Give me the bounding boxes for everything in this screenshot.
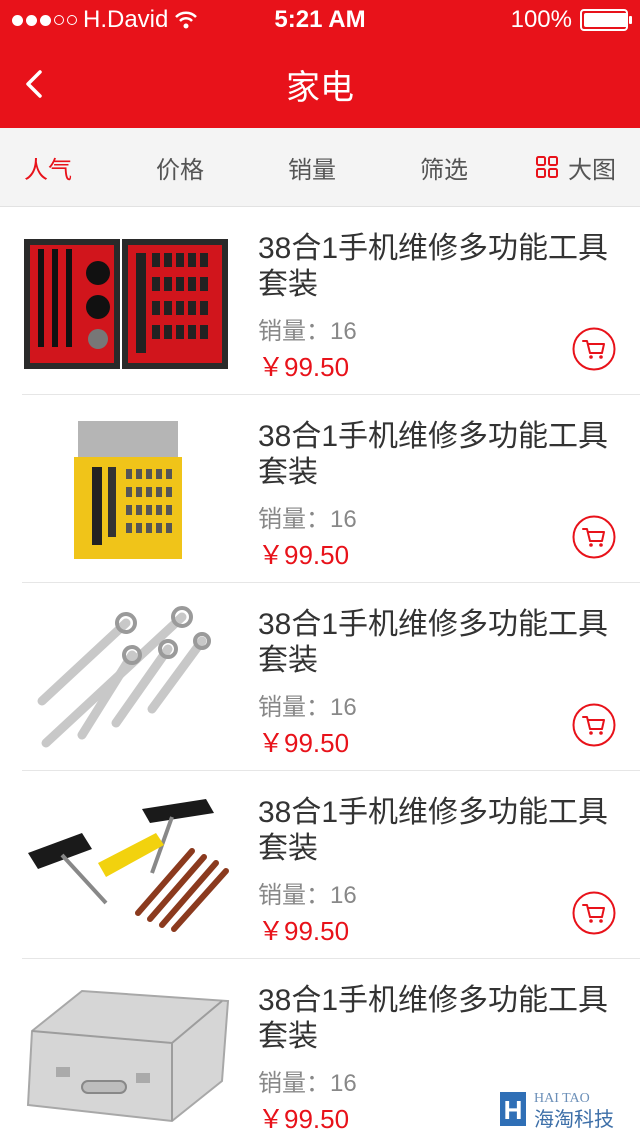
product-item[interactable]: 38合1手机维修多功能工具套装 销量：16 ￥99.50 [0,207,640,395]
product-item[interactable]: 38合1手机维修多功能工具套装 销量：16 ￥99.50 [0,771,640,959]
page-title: 家电 [286,69,354,107]
tab-sales[interactable]: 销量 [288,150,336,185]
product-sales: 销量：16 [258,882,357,909]
sort-tabs: 人气 价格 销量 筛选 大图 [0,128,640,207]
add-to-cart-icon[interactable] [572,891,616,935]
tab-large-view[interactable]: 大图 [568,150,616,185]
product-image-tool-case [24,239,228,369]
product-item[interactable]: 38合1手机维修多功能工具套装 销量：16 ￥99.50 [0,395,640,583]
product-name[interactable]: 38合1手机维修多功能工具套装 [258,419,626,491]
product-name[interactable]: 38合1手机维修多功能工具套装 [258,795,626,867]
product-sales: 销量：16 [258,506,357,533]
product-sales: 销量：16 [258,318,357,345]
svg-text:HAI TAO: HAI TAO [534,1091,590,1106]
header: H.David 5:21 AM 100% 家电 [0,0,640,128]
tab-price[interactable]: 价格 [156,150,204,185]
product-image-screwdriver-set [74,421,182,559]
tab-popularity[interactable]: 人气 [24,150,72,185]
status-bar: H.David 5:21 AM 100% [0,0,640,40]
product-price: ￥99.50 [258,1104,350,1134]
product-price: ￥99.50 [258,728,350,758]
grid-icon[interactable] [536,156,558,178]
tab-filter[interactable]: 筛选 [420,150,468,185]
add-to-cart-icon[interactable] [572,703,616,747]
product-item[interactable]: 38合1手机维修多功能工具套装 销量：16 ￥99.50 [0,583,640,771]
product-sales: 销量：16 [258,1070,357,1097]
product-price: ￥99.50 [258,916,350,946]
product-price: ￥99.50 [258,540,350,570]
product-image-aluminum-case [26,989,230,1123]
product-image-wrench-set [37,606,211,748]
add-to-cart-icon[interactable] [572,327,616,371]
product-sales: 销量：16 [258,694,357,721]
product-name[interactable]: 38合1手机维修多功能工具套装 [258,607,626,679]
svg-text:海淘科技: 海淘科技 [534,1107,614,1131]
battery-percent: 100% [510,6,572,33]
product-list: 38合1手机维修多功能工具套装 销量：16 ￥99.50 38合1手机维修多功能… [0,207,640,1147]
product-image-tire-repair-kit [28,799,229,932]
product-price: ￥99.50 [258,352,350,382]
battery-icon [580,9,632,31]
add-to-cart-icon[interactable] [572,515,616,559]
product-name[interactable]: 38合1手机维修多功能工具套装 [258,983,626,1055]
haitao-watermark-logo: H HAI TAO 海淘科技 [500,1091,614,1131]
svg-text:H: H [504,1095,523,1125]
product-name[interactable]: 38合1手机维修多功能工具套装 [258,231,626,303]
nav-bar: 家电 [0,40,640,128]
